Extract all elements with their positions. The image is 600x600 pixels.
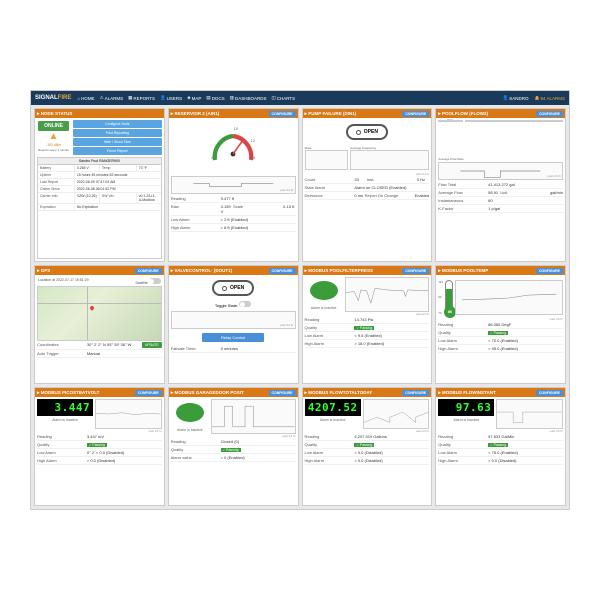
pass-badge: Passing — [354, 326, 374, 330]
pass-badge: Passing — [87, 443, 107, 447]
digital-readout: 97.63 — [438, 399, 494, 416]
nav-items: ⌂ HOME ⚠ ALARMS ▦ REPORTS 👤 USERS ◈ MAP … — [77, 95, 496, 101]
digital-readout: 3.447 — [37, 399, 93, 416]
volt-chart — [95, 399, 162, 429]
configure-button[interactable]: CONFIGURE — [402, 390, 429, 396]
configure-button[interactable]: CONFIGURE — [269, 111, 296, 117]
configure-button[interactable]: CONFIGURE — [269, 390, 296, 396]
card-poolflow: ▸ POOLFLOW (FLOW2)CONFIGURE Average Flow… — [435, 108, 566, 262]
configure-button[interactable]: CONFIGURE — [269, 268, 296, 274]
pass-badge: Passing — [488, 331, 508, 335]
nav-right: 👤 SANDRO 94 ALARMS — [503, 95, 565, 101]
satellite-toggle[interactable] — [149, 278, 161, 284]
brand-logo: SIGNALFIRE — [35, 95, 71, 101]
configure-node-button[interactable]: Configure Node — [73, 120, 162, 128]
signal-box: ONLINE ▲ -102 dBm Reports every 1 minute — [37, 120, 70, 155]
configure-button[interactable]: CONFIGURE — [135, 390, 162, 396]
nav-docs[interactable]: ▤ DOCS — [206, 95, 224, 101]
nav-charts[interactable]: ◫ CHARTS — [271, 95, 295, 101]
alarm-count-badge[interactable]: 94 ALARMS — [534, 96, 565, 101]
temp-chart — [455, 280, 563, 315]
total-flow-gauge — [465, 120, 563, 122]
nav-map[interactable]: ◈ MAP — [187, 95, 201, 101]
state-chart — [305, 150, 349, 170]
navbar: SIGNALFIRE ⌂ HOME ⚠ ALARMS ▦ REPORTS 👤 U… — [31, 91, 569, 105]
press-chart — [345, 277, 430, 312]
configure-button[interactable]: CONFIGURE — [135, 268, 162, 274]
thermometer-icon: 86 — [445, 280, 453, 315]
state-open-pill: OPEN — [346, 124, 388, 140]
valve-state-pill: OPEN — [212, 280, 254, 296]
reports-text: Reports every 1 minute — [38, 148, 69, 152]
map[interactable] — [37, 286, 162, 341]
valve-toggle[interactable] — [239, 301, 251, 307]
card-reservoir: ▸ RESERVOIR 2 (AIN1)CONFIGURE 4 8 10 12 — [168, 108, 299, 262]
status-dot-icon — [176, 403, 204, 422]
hide-show-tiles-button[interactable]: Hide / Show Tiles — [73, 138, 162, 146]
nav-users[interactable]: 👤 USERS — [160, 95, 182, 101]
garage-chart — [211, 399, 296, 434]
configure-button[interactable]: CONFIGURE — [536, 390, 563, 396]
status-dot-icon — [310, 281, 338, 300]
signal-icon: ▲ — [49, 132, 59, 142]
configure-button[interactable]: CONFIGURE — [402, 268, 429, 274]
app-frame: SIGNALFIRE ⌂ HOME ⚠ ALARMS ▦ REPORTS 👤 U… — [30, 90, 570, 510]
digital-readout: 4207.52 — [305, 399, 361, 416]
configure-button[interactable]: CONFIGURE — [536, 111, 563, 117]
flowtotal-chart — [363, 399, 430, 429]
pass-badge: Passing — [488, 443, 508, 447]
flow-chart — [438, 162, 563, 180]
dashboard-grid: ▸ NODE STATUS ONLINE ▲ -102 dBm Reports … — [31, 105, 569, 509]
card-gps: ▸ GPSCONFIGURE Location at 2022-07-17 15… — [34, 265, 165, 384]
card-header: ▸ NODE STATUS — [35, 109, 164, 118]
nav-alarms[interactable]: ⚠ ALARMS — [100, 95, 124, 101]
card-picobatt: ▸ MODBUS PICOSTBATVOLTCONFIGURE 3.447Ala… — [34, 387, 165, 506]
user-menu[interactable]: 👤 SANDRO — [503, 95, 529, 101]
card-pump-failure: ▸ PUMP FAILURE (DIN1)CONFIGURE OPEN Stat… — [302, 108, 433, 262]
pass-badge: Passing — [221, 448, 241, 452]
flow-rate-gauge — [438, 120, 463, 122]
card-flowtotal: ▸ MODBUS FLOWTOTALTODAYCONFIGURE 4207.52… — [302, 387, 433, 506]
freq-chart — [350, 150, 429, 170]
pass-badge: Passing — [354, 443, 374, 447]
online-badge: ONLINE — [38, 121, 69, 131]
configure-button[interactable]: CONFIGURE — [536, 268, 563, 274]
past-reporting-button[interactable]: Past Reporting — [73, 129, 162, 137]
force-report-button[interactable]: Force Report — [73, 147, 162, 155]
node-info-table: Sandro Pool RANGER900 Battery3.265 VTemp… — [37, 157, 162, 259]
card-pooltemp: ▸ MODBUS POOLTEMPCONFIGURE 1109070 86 pa… — [435, 265, 566, 384]
valve-chart — [171, 311, 296, 329]
bell-icon — [534, 96, 539, 101]
nav-home[interactable]: ⌂ HOME — [77, 95, 94, 101]
nav-dashboards[interactable]: ▥ DASHBOARDS — [230, 95, 267, 101]
card-flowinstant: ▸ MODBUS FLOWINSTANTCONFIGURE 97.63Alarm… — [435, 387, 566, 506]
gauge: 4 8 10 12 14 — [171, 120, 296, 175]
rssi-value: -102 dBm — [46, 143, 61, 147]
flowinst-chart — [496, 399, 563, 429]
card-node-status: ▸ NODE STATUS ONLINE ▲ -102 dBm Reports … — [34, 108, 165, 262]
configure-button[interactable]: CONFIGURE — [402, 111, 429, 117]
update-button[interactable]: UPDATE — [142, 342, 162, 348]
card-filterpress: ▸ MODBUS POOLFILTERPRESSCONFIGURE Alarm … — [302, 265, 433, 384]
nav-reports[interactable]: ▦ REPORTS — [128, 95, 155, 101]
device-name: Sandro Pool RANGER900 — [38, 158, 161, 165]
card-valve: ▸ VALVECONTROL· (DOUT1)CONFIGURE OPEN To… — [168, 265, 299, 384]
card-garage: ▸ MODBUS GARAGEDOOR POSITCONFIGURE Alarm… — [168, 387, 299, 506]
relay-control-button[interactable]: Relay Control — [202, 333, 264, 342]
mini-chart — [171, 176, 296, 194]
